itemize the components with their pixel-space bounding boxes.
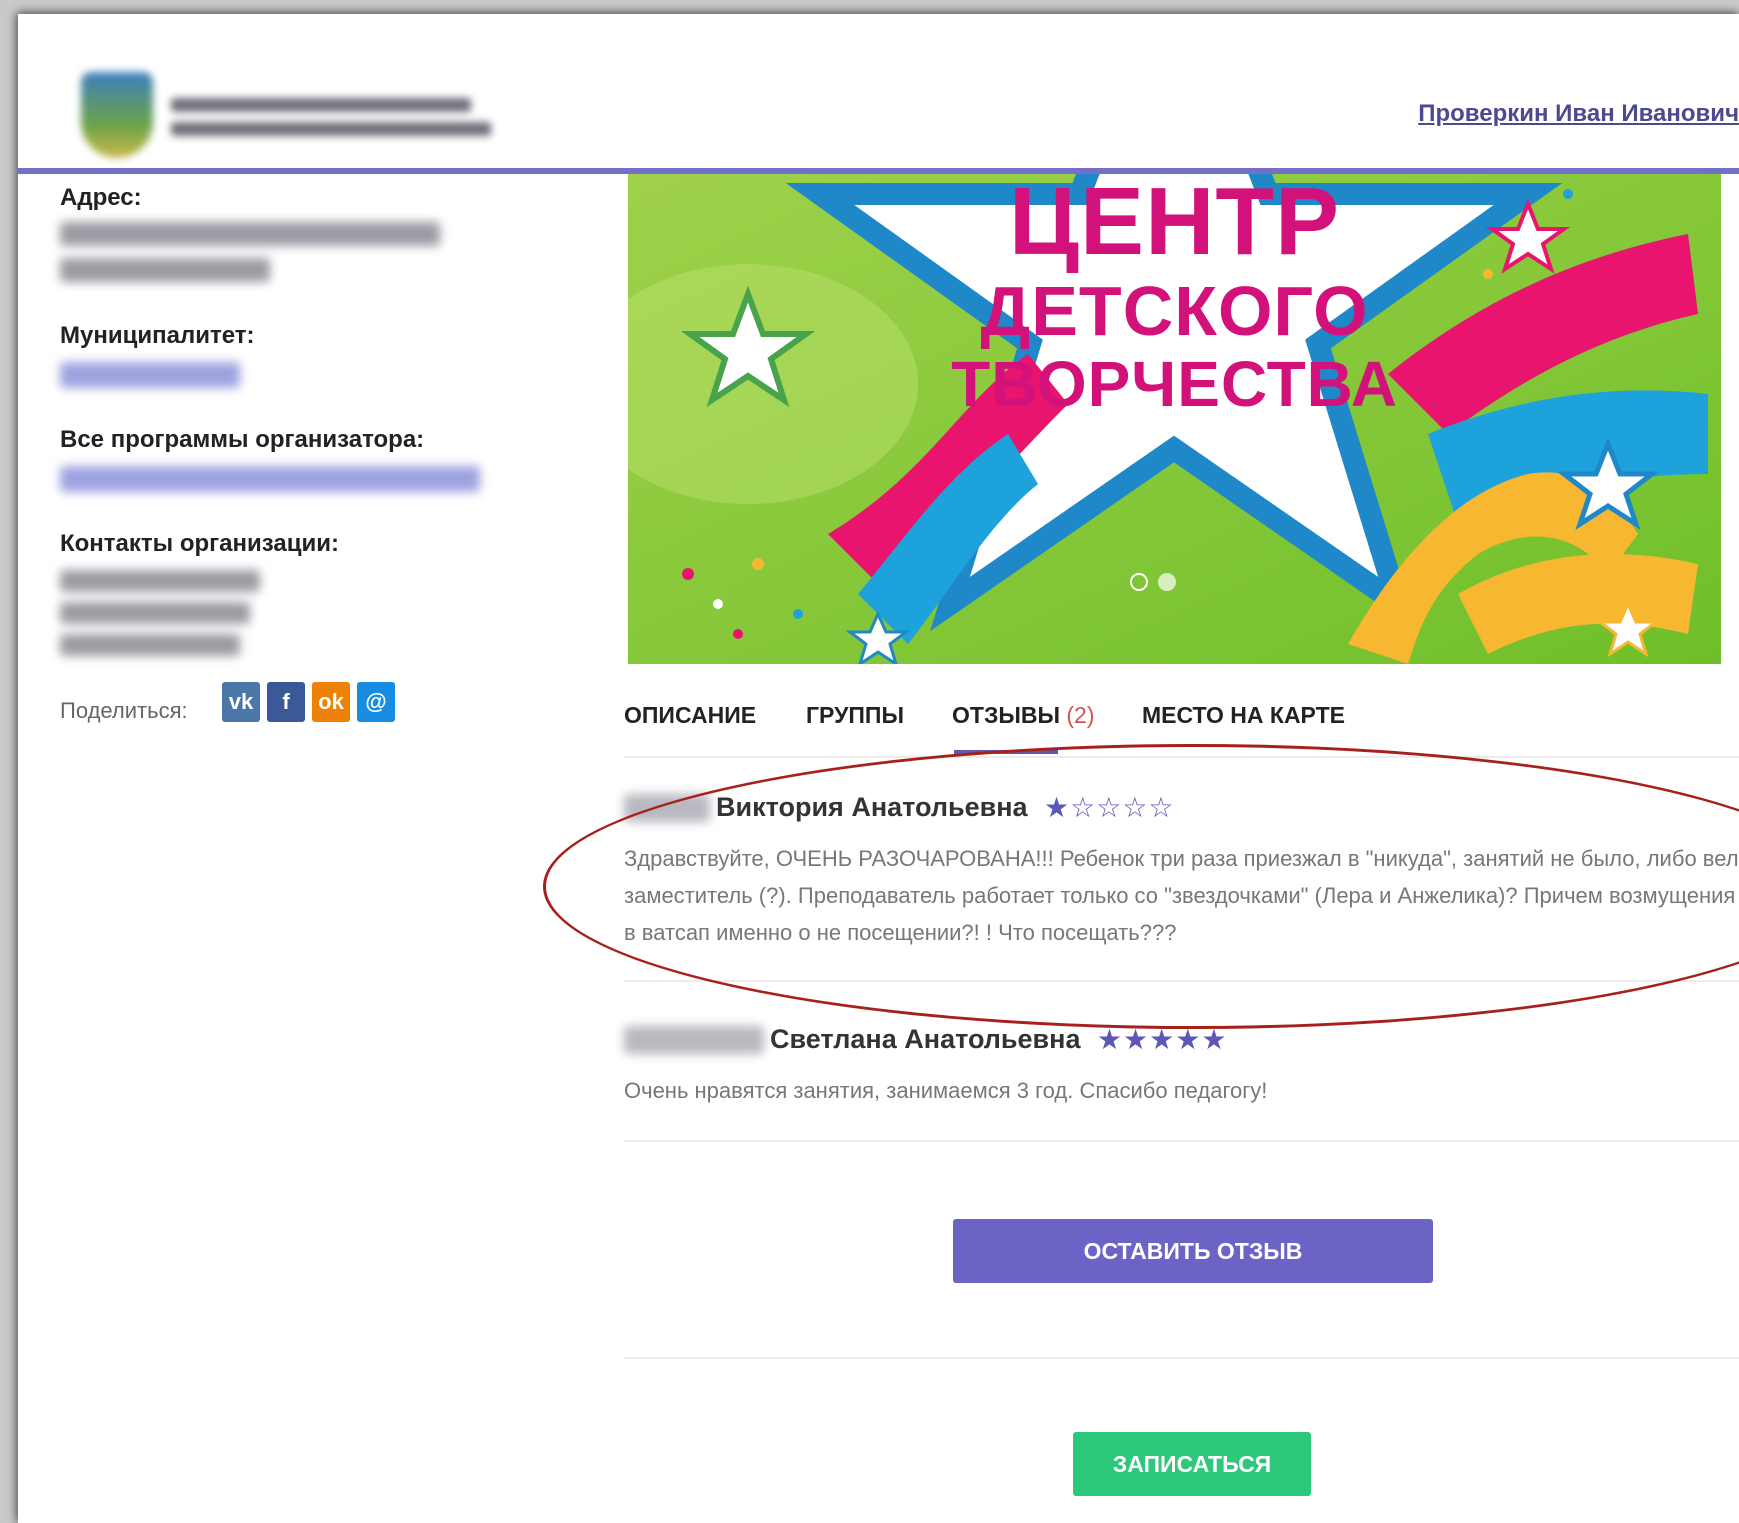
section-divider (624, 1357, 1739, 1359)
star-filled-icon: ★ (1149, 1023, 1175, 1055)
all-programs-label: Все программы организатора: (60, 426, 425, 453)
tab-reviews-label: ОТЗЫВЫ (952, 702, 1060, 728)
municipality-label: Муниципалитет: (60, 322, 255, 349)
star-filled-icon: ★ (1201, 1023, 1227, 1055)
contact-value (60, 634, 240, 656)
enroll-button[interactable]: ЗАПИСАТЬСЯ (1073, 1432, 1311, 1496)
emblem-icon (81, 72, 153, 158)
carousel-dot[interactable] (1130, 573, 1148, 591)
star-filled-icon: ★ (1096, 1023, 1123, 1055)
site-header: Проверкин Иван Иванович (18, 14, 1739, 168)
review-author-surname (624, 1025, 764, 1054)
banner-title-line1: ЦЕНТР (1008, 174, 1341, 275)
tab-reviews[interactable]: ОТЗЫВЫ (2) (952, 702, 1095, 729)
highlight-ellipse (543, 744, 1739, 1029)
banner-title-line2: ДЕТСКОГО (980, 272, 1369, 350)
star-filled-icon: ★ (1123, 1023, 1149, 1055)
contact-value (60, 570, 260, 592)
address-value (60, 222, 440, 246)
tab-map[interactable]: МЕСТО НА КАРТЕ (1142, 702, 1345, 729)
carousel-dot[interactable] (1158, 573, 1176, 591)
banner-title-line3: ТВОРЧЕСТВА (951, 348, 1398, 420)
tab-description[interactable]: ОПИСАНИЕ (624, 702, 756, 729)
vk-icon[interactable]: vk (222, 682, 260, 722)
contacts-label: Контакты организации: (60, 530, 339, 557)
address-value (60, 258, 270, 282)
star-filled-icon: ★ (1175, 1023, 1201, 1055)
review-rating: ★★★★★ (1096, 1023, 1228, 1055)
leave-review-button[interactable]: ОСТАВИТЬ ОТЗЫВ (953, 1219, 1433, 1283)
review-divider (624, 1140, 1739, 1142)
page: Проверкин Иван Иванович Адрес: Муниципал… (18, 14, 1739, 1523)
review-text: Очень нравятся занятия, занимаемся 3 год… (624, 1078, 1268, 1103)
all-programs-link[interactable] (60, 466, 480, 492)
review-author-name: Светлана Анатольевна (770, 1024, 1081, 1054)
tab-reviews-count: (2) (1066, 702, 1095, 728)
share-label: Поделиться: (60, 698, 188, 723)
program-banner[interactable]: ЦЕНТР ДЕТСКОГО ТВОРЧЕСТВА (628, 174, 1721, 664)
municipality-link[interactable] (60, 362, 240, 388)
facebook-icon[interactable]: f (267, 682, 305, 722)
logo-text-line (171, 98, 471, 112)
site-logo[interactable] (63, 60, 525, 172)
moimir-icon[interactable]: @ (357, 682, 395, 722)
review-header: Светлана Анатольевна ★★★★★ (624, 1024, 1227, 1064)
tab-groups[interactable]: ГРУППЫ (806, 702, 904, 729)
odnoklassniki-icon[interactable]: ok (312, 682, 350, 722)
contact-value (60, 602, 250, 624)
logo-text-line (171, 122, 491, 136)
address-label: Адрес: (60, 184, 142, 211)
user-profile-link[interactable]: Проверкин Иван Иванович (1418, 100, 1739, 128)
